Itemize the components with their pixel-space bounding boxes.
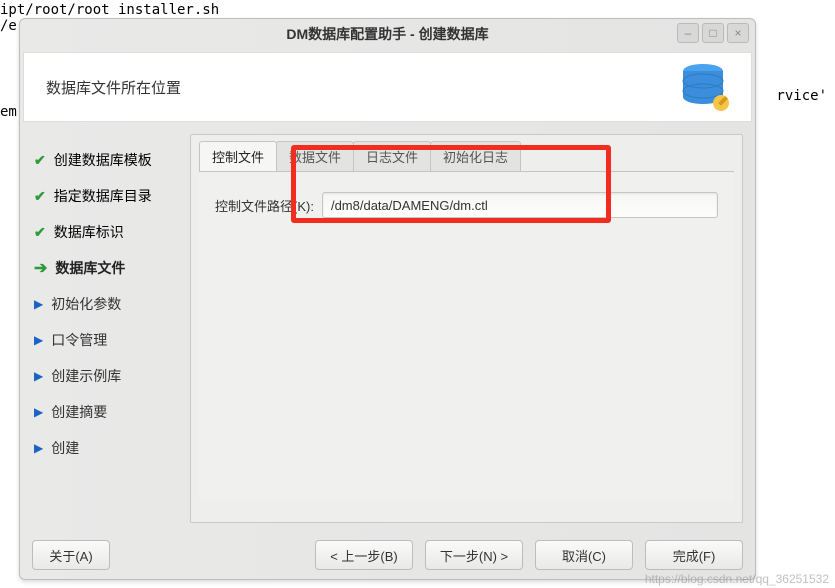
watermark: https://blog.csdn.net/qq_36251532: [645, 572, 829, 586]
triangle-right-icon: ▶: [34, 405, 43, 419]
sidebar-item-label: 创建摘要: [51, 402, 107, 422]
minimize-button[interactable]: –: [677, 23, 699, 43]
tab-data-file[interactable]: 数据文件: [276, 141, 354, 171]
control-path-label: 控制文件路径(K):: [215, 196, 314, 215]
content-panel: 控制文件 数据文件 日志文件 初始化日志 控制文件路径(K):: [190, 134, 743, 523]
sidebar-item-label: 口令管理: [51, 330, 107, 350]
sidebar-item-files[interactable]: ➔ 数据库文件: [32, 250, 180, 286]
tab-log-file[interactable]: 日志文件: [353, 141, 431, 171]
terminal-text: rvice': [776, 88, 827, 104]
sidebar-item-password[interactable]: ▶ 口令管理: [32, 322, 180, 358]
close-icon: ×: [734, 26, 741, 40]
sidebar-item-label: 创建: [51, 438, 79, 458]
tab-control-file[interactable]: 控制文件: [199, 141, 277, 171]
titlebar: DM数据库配置助手 - 创建数据库 – □ ×: [20, 19, 755, 49]
sidebar-item-template[interactable]: ✔ 创建数据库模板: [32, 142, 180, 178]
terminal-text: em: [0, 104, 17, 120]
maximize-icon: □: [709, 26, 716, 40]
about-button[interactable]: 关于(A): [32, 540, 110, 570]
window-buttons: – □ ×: [677, 23, 749, 43]
sidebar-item-label: 数据库标识: [54, 222, 124, 242]
finish-button[interactable]: 完成(F): [645, 540, 743, 570]
tab-content: 控制文件路径(K):: [199, 171, 734, 501]
triangle-right-icon: ▶: [34, 369, 43, 383]
check-icon: ✔: [34, 188, 46, 205]
terminal-text: /e: [0, 18, 17, 34]
sidebar-item-label: 创建示例库: [51, 366, 121, 386]
maximize-button[interactable]: □: [702, 23, 724, 43]
sidebar-item-label: 创建数据库模板: [54, 150, 152, 170]
sidebar-item-init-params[interactable]: ▶ 初始化参数: [32, 286, 180, 322]
check-icon: ✔: [34, 224, 46, 241]
triangle-right-icon: ▶: [34, 297, 43, 311]
triangle-right-icon: ▶: [34, 441, 43, 455]
next-button[interactable]: 下一步(N) >: [425, 540, 523, 570]
check-icon: ✔: [34, 152, 46, 169]
header-panel: 数据库文件所在位置: [23, 52, 752, 122]
sidebar-item-summary[interactable]: ▶ 创建摘要: [32, 394, 180, 430]
control-path-input[interactable]: [322, 192, 718, 218]
cancel-button[interactable]: 取消(C): [535, 540, 633, 570]
sidebar-item-sample[interactable]: ▶ 创建示例库: [32, 358, 180, 394]
sidebar-item-identity[interactable]: ✔ 数据库标识: [32, 214, 180, 250]
window-title: DM数据库配置助手 - 创建数据库: [20, 24, 755, 44]
arrow-right-icon: ➔: [34, 258, 47, 278]
sidebar-item-create[interactable]: ▶ 创建: [32, 430, 180, 466]
sidebar: ✔ 创建数据库模板 ✔ 指定数据库目录 ✔ 数据库标识 ➔ 数据库文件 ▶ 初始…: [32, 134, 180, 523]
minimize-icon: –: [685, 26, 692, 40]
database-icon: [673, 59, 733, 117]
sidebar-item-label: 数据库文件: [55, 258, 125, 278]
control-path-row: 控制文件路径(K):: [215, 192, 718, 218]
sidebar-item-directory[interactable]: ✔ 指定数据库目录: [32, 178, 180, 214]
close-button[interactable]: ×: [727, 23, 749, 43]
dialog-body: ✔ 创建数据库模板 ✔ 指定数据库目录 ✔ 数据库标识 ➔ 数据库文件 ▶ 初始…: [20, 122, 755, 531]
back-button[interactable]: < 上一步(B): [315, 540, 413, 570]
sidebar-item-label: 初始化参数: [51, 294, 121, 314]
terminal-text: ipt/root/root installer.sh: [0, 2, 219, 18]
sidebar-item-label: 指定数据库目录: [54, 186, 152, 206]
triangle-right-icon: ▶: [34, 333, 43, 347]
tab-bar: 控制文件 数据文件 日志文件 初始化日志: [191, 135, 742, 171]
dialog-window: DM数据库配置助手 - 创建数据库 – □ × 数据库文件所在位置 ✔ 创建数据…: [19, 18, 756, 580]
page-title: 数据库文件所在位置: [46, 77, 181, 98]
tab-init-log[interactable]: 初始化日志: [430, 141, 521, 171]
